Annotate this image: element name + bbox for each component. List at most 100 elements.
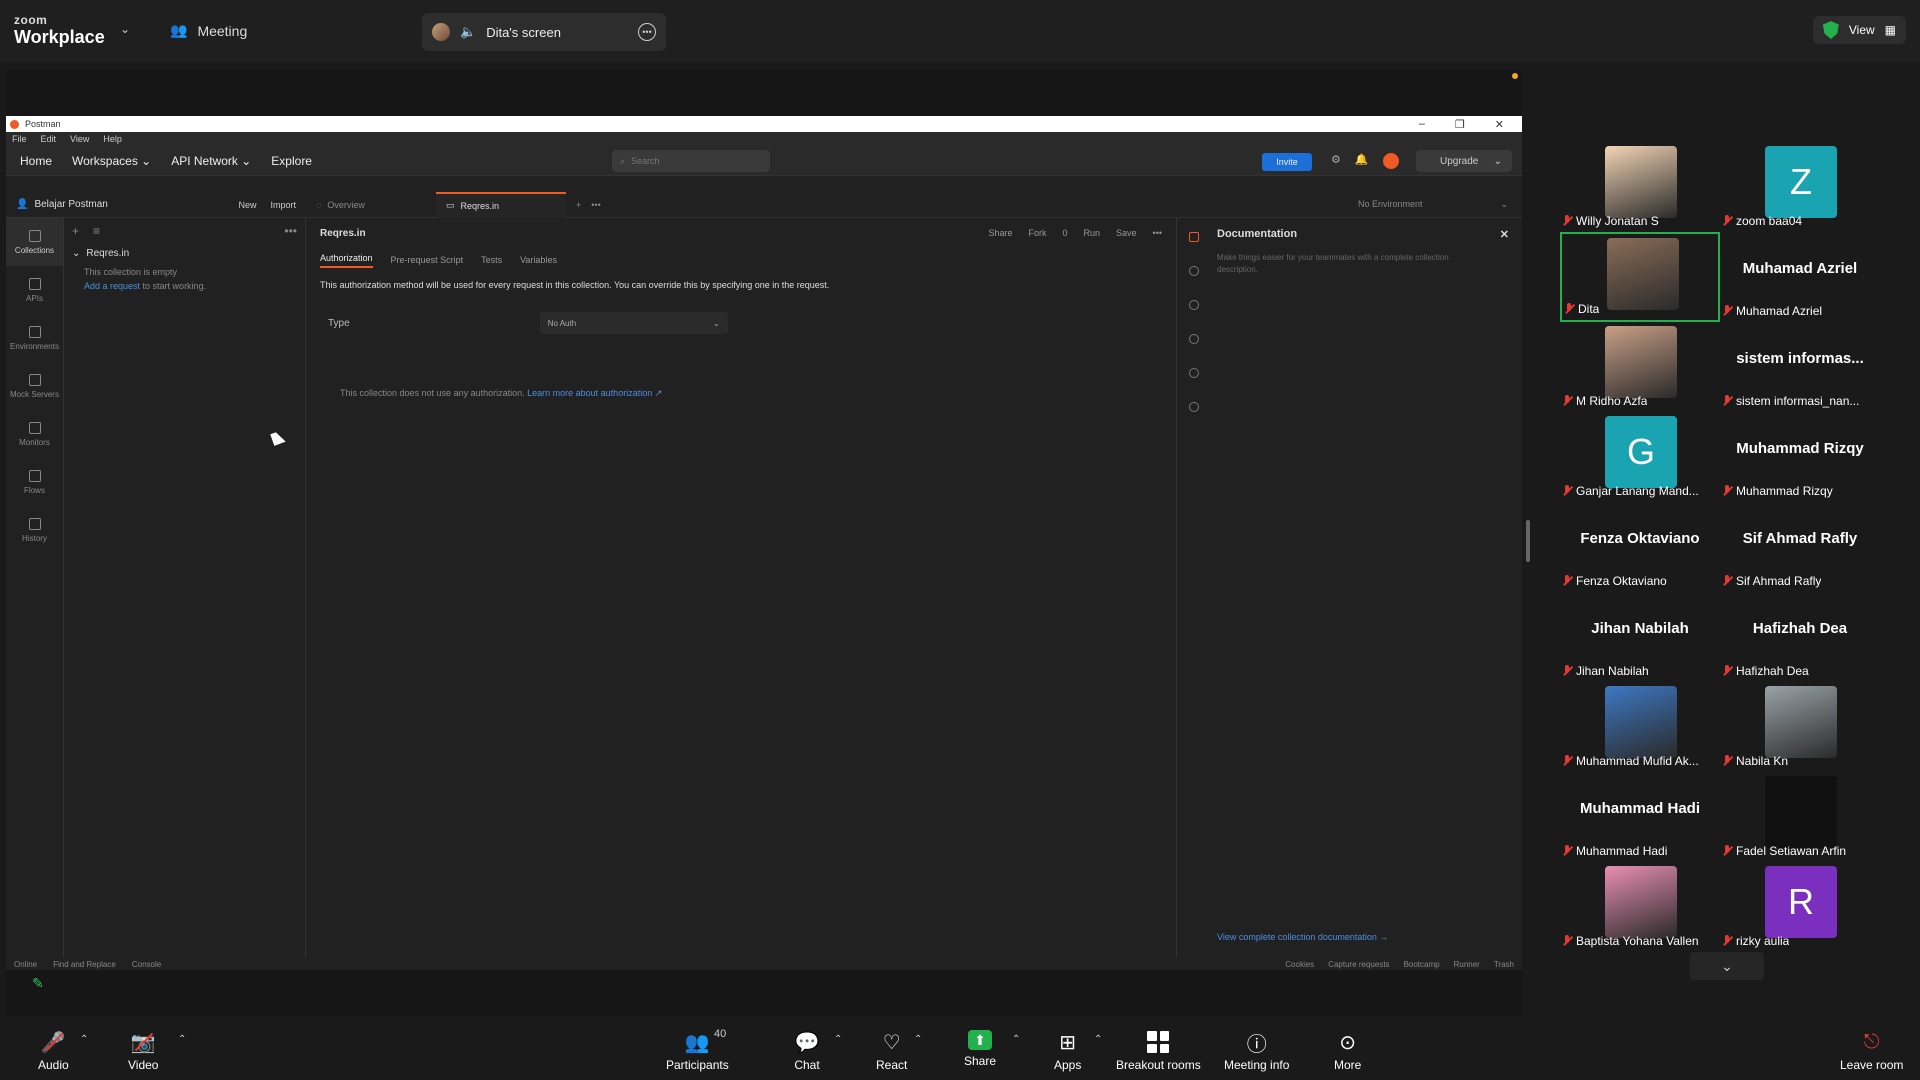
participant-tile[interactable]: Muhammad Mufid Ak... xyxy=(1560,682,1720,772)
status-runner[interactable]: Runner xyxy=(1454,960,1480,969)
participant-tile[interactable]: Rrizky aulia xyxy=(1720,862,1880,952)
video-button[interactable]: 📷 Video xyxy=(128,1030,158,1073)
menu-view[interactable]: View xyxy=(70,134,89,144)
leave-room-button[interactable]: ⎋ Leave room xyxy=(1840,1030,1903,1073)
history-icon[interactable] xyxy=(1189,300,1199,310)
tab-overview[interactable]: ◌ Overview xyxy=(306,192,436,218)
close-icon[interactable]: ✕ xyxy=(1495,118,1504,131)
screen-share-tab[interactable]: 🔈 Dita's screen ••• xyxy=(422,13,666,51)
more-icon[interactable]: ••• xyxy=(284,224,297,238)
status-bootcamp[interactable]: Bootcamp xyxy=(1404,960,1440,969)
react-button[interactable]: ♡ React xyxy=(876,1030,907,1073)
audio-button[interactable]: 🎤 Audio xyxy=(38,1030,69,1073)
add-request-link[interactable]: Add a request xyxy=(84,281,140,291)
more-icon[interactable]: ••• xyxy=(591,200,600,210)
apps-options-caret[interactable]: ⌃ xyxy=(1094,1034,1102,1045)
avatar[interactable] xyxy=(1382,153,1399,169)
status-find-replace[interactable]: Find and Replace xyxy=(53,960,116,969)
rail-history[interactable]: History xyxy=(6,506,63,554)
run-button[interactable]: Run xyxy=(1084,228,1101,238)
status-trash[interactable]: Trash xyxy=(1494,960,1514,969)
participant-tile[interactable]: Zzoom baa04 xyxy=(1720,142,1880,232)
tab-pre-request[interactable]: Pre-request Script xyxy=(391,255,464,265)
learn-more-link[interactable]: Learn more about authorization ↗ xyxy=(527,388,662,398)
rail-mock-servers[interactable]: Mock Servers xyxy=(6,362,63,410)
status-cookies[interactable]: Cookies xyxy=(1285,960,1314,969)
close-icon[interactable]: ✕ xyxy=(1500,228,1509,241)
react-options-caret[interactable]: ⌃ xyxy=(914,1034,922,1045)
participant-tile[interactable]: Fenza Oktaviano Fenza Oktaviano xyxy=(1560,502,1720,592)
apps-button[interactable]: ⊞ Apps xyxy=(1054,1030,1081,1073)
collection-item[interactable]: ⌄ Reqres.in xyxy=(64,244,305,262)
menu-edit[interactable]: Edit xyxy=(41,134,57,144)
fork-icon[interactable] xyxy=(1189,368,1199,378)
tab-variables[interactable]: Variables xyxy=(520,255,557,265)
import-button[interactable]: Import xyxy=(270,200,296,210)
more-button[interactable]: ⊙ More xyxy=(1334,1030,1361,1073)
participant-tile[interactable]: sistem informas... sistem informasi_nan..… xyxy=(1720,322,1880,412)
tab-tests[interactable]: Tests xyxy=(481,255,502,265)
filter-icon[interactable]: ≡ xyxy=(93,224,100,238)
zoom-logo[interactable]: zoom Workplace xyxy=(14,14,105,46)
rail-monitors[interactable]: Monitors xyxy=(6,410,63,458)
participant-tile[interactable]: Muhamad Azriel Muhamad Azriel xyxy=(1720,232,1880,322)
status-console[interactable]: Console xyxy=(132,960,161,969)
comment-icon[interactable] xyxy=(1189,266,1199,276)
add-tab-icon[interactable]: + xyxy=(566,200,591,210)
upgrade-button[interactable]: Upgrade ⌄ xyxy=(1416,150,1512,172)
rail-apis[interactable]: APIs xyxy=(6,266,63,314)
restore-icon[interactable]: ❐ xyxy=(1455,118,1465,131)
participant-tile[interactable]: Sif Ahmad Rafly Sif Ahmad Rafly xyxy=(1720,502,1880,592)
view-docs-link[interactable]: View complete collection documentation → xyxy=(1217,932,1388,942)
menu-help[interactable]: Help xyxy=(103,134,122,144)
new-button[interactable]: New xyxy=(238,200,256,210)
participant-tile[interactable]: Willy Jonatan S xyxy=(1560,142,1720,232)
tab-authorization[interactable]: Authorization xyxy=(320,253,373,268)
more-icon[interactable]: ••• xyxy=(1153,228,1162,238)
participant-tile[interactable]: Fadel Setiawan Arfin xyxy=(1720,772,1880,862)
info-icon[interactable] xyxy=(1189,402,1199,412)
nav-api-network[interactable]: API Network ⌄ xyxy=(171,154,251,168)
add-icon[interactable]: + xyxy=(72,224,79,238)
meeting-info-button[interactable]: ⓘ Meeting info xyxy=(1224,1030,1289,1073)
share-screen-button[interactable]: ⬆ Share xyxy=(964,1030,996,1068)
gear-icon[interactable]: ⚙ xyxy=(1331,153,1341,169)
rail-collections[interactable]: Collections xyxy=(6,218,63,266)
minimize-icon[interactable]: – xyxy=(1419,118,1425,131)
share-button[interactable]: Share xyxy=(988,228,1012,238)
doc-placeholder[interactable]: Make things easier for your teammates wi… xyxy=(1217,252,1477,276)
pencil-icon[interactable]: ✎ xyxy=(32,975,48,991)
documentation-icon[interactable] xyxy=(1189,232,1199,242)
participant-tile[interactable]: Dita xyxy=(1560,232,1720,322)
participant-tile[interactable]: Hafizhah Dea Hafizhah Dea xyxy=(1720,592,1880,682)
tab-reqres[interactable]: ▭ Reqres.in xyxy=(436,191,566,218)
nav-home[interactable]: Home xyxy=(20,154,52,168)
environment-selector[interactable]: No Environment ⌄ xyxy=(1358,199,1522,210)
status-online[interactable]: Online xyxy=(14,960,37,969)
pull-request-icon[interactable] xyxy=(1189,334,1199,344)
fork-button[interactable]: Fork xyxy=(1029,228,1047,238)
workspace-name[interactable]: Belajar Postman xyxy=(34,199,107,210)
invite-button[interactable]: Invite xyxy=(1262,153,1312,171)
search-input[interactable]: ⌕ Search xyxy=(612,150,770,172)
video-options-caret[interactable]: ⌃ xyxy=(178,1034,186,1045)
participant-tile[interactable]: Muhammad Hadi Muhammad Hadi xyxy=(1560,772,1720,862)
nav-workspaces[interactable]: Workspaces ⌄ xyxy=(72,154,151,168)
participant-tile[interactable]: Baptista Yohana Vallen xyxy=(1560,862,1720,952)
status-capture[interactable]: Capture requests xyxy=(1328,960,1389,969)
audio-options-caret[interactable]: ⌃ xyxy=(80,1034,88,1045)
breakout-rooms-button[interactable]: Breakout rooms xyxy=(1116,1030,1201,1072)
gallery-resize-handle[interactable] xyxy=(1526,520,1530,562)
rail-environments[interactable]: Environments xyxy=(6,314,63,362)
participant-tile[interactable]: Muhammad Rizqy Muhammad Rizqy xyxy=(1720,412,1880,502)
participant-tile[interactable]: M Ridho Azfa xyxy=(1560,322,1720,412)
chevron-down-icon[interactable]: ⌄ xyxy=(120,22,130,36)
participant-tile[interactable]: Nabila Kn xyxy=(1720,682,1880,772)
chat-button[interactable]: 💬 Chat xyxy=(794,1030,820,1073)
rail-flows[interactable]: Flows xyxy=(6,458,63,506)
more-icon[interactable]: ••• xyxy=(638,23,656,41)
chat-options-caret[interactable]: ⌃ xyxy=(834,1034,842,1045)
menu-file[interactable]: File xyxy=(12,134,27,144)
save-button[interactable]: Save xyxy=(1116,228,1137,238)
participant-tile[interactable]: Jihan Nabilah Jihan Nabilah xyxy=(1560,592,1720,682)
